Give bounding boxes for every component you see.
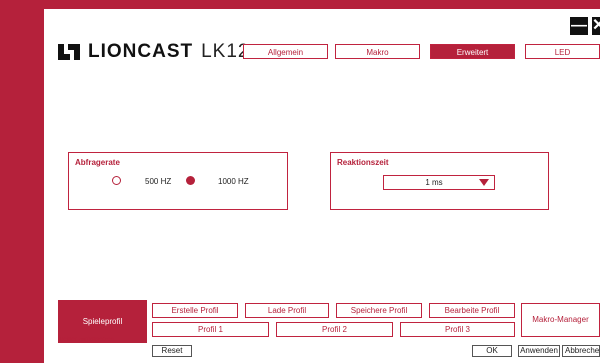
window-left-edge	[0, 0, 44, 363]
radio-1000hz[interactable]	[186, 176, 195, 185]
close-button[interactable]: ✕	[592, 17, 600, 35]
tab-erweitert[interactable]: Erweitert	[430, 44, 515, 59]
label-1000hz: 1000 HZ	[218, 177, 249, 186]
create-profile-button[interactable]: Erstelle Profil	[152, 303, 238, 318]
response-time-title: Reaktionszeit	[337, 158, 389, 167]
response-time-value: 1 ms	[425, 178, 443, 187]
tab-allgemein[interactable]: Allgemein	[243, 44, 328, 59]
brand-logo: LIONCAST LK12	[58, 41, 249, 62]
lioncast-logo-icon	[58, 44, 80, 60]
ok-button[interactable]: OK	[472, 345, 512, 357]
polling-rate-title: Abfragerate	[75, 158, 120, 167]
profile-3-button[interactable]: Profil 3	[400, 322, 515, 337]
polling-rate-group: Abfragerate	[68, 152, 288, 210]
load-profile-button[interactable]: Lade Profil	[245, 303, 329, 318]
edit-profile-button[interactable]: Bearbeite Profil	[429, 303, 515, 318]
brand-name: LIONCAST	[88, 41, 194, 62]
cancel-button[interactable]: Abbrechen	[562, 345, 600, 357]
tab-makro[interactable]: Makro	[335, 44, 420, 59]
label-500hz: 500 HZ	[145, 177, 172, 186]
response-time-select[interactable]: 1 ms	[383, 175, 495, 190]
profile-2-button[interactable]: Profil 2	[276, 322, 393, 337]
save-profile-button[interactable]: Speichere Profil	[336, 303, 422, 318]
macro-manager-button[interactable]: Makro-Manager	[521, 303, 600, 337]
driver-reset-link[interactable]: Treiber zurücksetzen	[58, 337, 114, 343]
profile-1-button[interactable]: Profil 1	[152, 322, 269, 337]
minimize-button[interactable]: —	[570, 17, 588, 35]
radio-500hz[interactable]	[112, 176, 121, 185]
reset-button[interactable]: Reset	[152, 345, 192, 357]
tab-led[interactable]: LED	[525, 44, 600, 59]
window-top-edge	[0, 0, 600, 9]
dropdown-arrow-icon	[479, 179, 489, 186]
apply-button[interactable]: Anwenden	[518, 345, 560, 357]
